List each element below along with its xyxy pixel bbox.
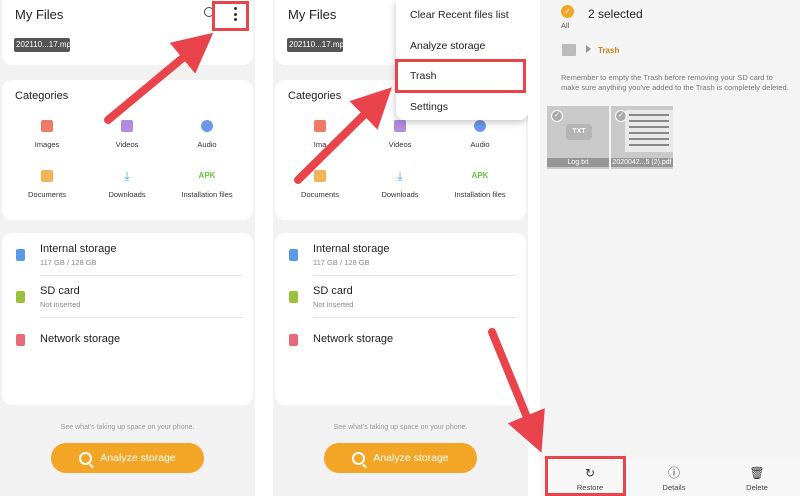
network-icon	[289, 334, 298, 346]
file-name: 2020042...5 (2).pdf	[611, 158, 673, 167]
image-icon	[314, 120, 326, 132]
network-storage-item[interactable]: Network storage	[275, 333, 526, 353]
file-checkbox[interactable]: ✓	[615, 110, 627, 122]
selected-count: 2 selected	[588, 7, 643, 21]
category-installation-files[interactable]: APK Installation files	[440, 170, 520, 199]
category-downloads[interactable]: ⤓ Downloads	[87, 170, 167, 199]
menu-item-clear-recent[interactable]: Clear Recent files list	[410, 9, 509, 21]
storage-hint: See what's taking up space on your phone…	[333, 424, 468, 431]
category-audio[interactable]: Audio	[167, 120, 247, 149]
video-icon	[394, 120, 406, 132]
sd-card-item[interactable]: SD card Not inserted	[275, 285, 526, 327]
recent-file-name: 202110...17.mp4	[289, 40, 343, 49]
analyze-icon	[352, 451, 366, 465]
highlight-trash-menu	[395, 59, 526, 93]
categories-card: Categories Images Videos Audio Documents…	[2, 80, 253, 220]
file-checkbox[interactable]: ✓	[551, 110, 563, 122]
menu-item-analyze-storage[interactable]: Analyze storage	[410, 40, 485, 52]
file-tile[interactable]: ✓ 2020042...5 (2).pdf	[611, 106, 673, 169]
recent-file-name: 202110...17.mp4	[16, 40, 70, 49]
select-all-checkbox[interactable]: ✓	[561, 5, 574, 18]
audio-icon	[201, 120, 213, 132]
breadcrumb-arrow-icon	[586, 45, 591, 53]
menu-item-settings[interactable]: Settings	[410, 101, 448, 113]
recent-file-thumbnail[interactable]: 202110...17.mp4	[287, 38, 343, 52]
breadcrumb-trash[interactable]: Trash	[598, 46, 619, 55]
internal-storage-item[interactable]: Internal storage 117 GB / 128 GB	[2, 243, 253, 285]
category-downloads[interactable]: ⤓ Downloads	[360, 170, 440, 199]
storage-card: Internal storage 117 GB / 128 GB SD card…	[275, 233, 526, 405]
analyze-icon	[79, 451, 93, 465]
categories-title: Categories	[288, 90, 342, 102]
download-icon: ⤓	[397, 169, 403, 183]
info-icon: ⓘ	[667, 466, 680, 480]
highlight-restore	[545, 456, 626, 496]
internal-storage-item[interactable]: Internal storage 117 GB / 128 GB	[275, 243, 526, 285]
category-images[interactable]: Ima	[280, 120, 360, 149]
pdf-preview-thumbnail	[625, 110, 673, 152]
highlight-more-options	[212, 1, 249, 31]
category-documents[interactable]: Documents	[7, 170, 87, 199]
apk-icon: APK	[198, 171, 216, 180]
network-storage-item[interactable]: Network storage	[2, 333, 253, 353]
storage-card: Internal storage 117 GB / 128 GB SD card…	[2, 233, 253, 405]
category-installation-files[interactable]: APK Installation files	[167, 170, 247, 199]
download-icon: ⤓	[124, 169, 130, 183]
home-icon[interactable]	[562, 44, 576, 56]
sd-card-item[interactable]: SD card Not inserted	[2, 285, 253, 327]
select-all-label: All	[561, 21, 570, 30]
storage-hint: See what's taking up space on your phone…	[60, 424, 195, 431]
sd-card-icon	[289, 291, 298, 303]
trash-icon: 🗑	[749, 466, 765, 480]
document-icon	[41, 170, 53, 182]
categories-title: Categories	[15, 90, 69, 102]
phone-icon	[289, 249, 298, 261]
app-title: My Files	[288, 7, 337, 22]
audio-icon	[474, 120, 486, 132]
sd-card-icon	[16, 291, 25, 303]
category-videos[interactable]: Videos	[87, 120, 167, 149]
document-icon	[314, 170, 326, 182]
recent-file-thumbnail[interactable]: 202110...17.mp4	[14, 38, 70, 52]
category-videos[interactable]: Videos	[360, 120, 440, 149]
trash-screen: ✓ All 2 selected Trash Remember to empty…	[540, 0, 800, 496]
category-documents[interactable]: Documents	[280, 170, 360, 199]
txt-file-icon: TXT	[566, 124, 592, 140]
image-icon	[41, 120, 53, 132]
trash-note: Remember to empty the Trash before remov…	[561, 73, 789, 92]
category-images[interactable]: Images	[7, 120, 87, 149]
file-name: Log.txt	[547, 158, 609, 167]
analyze-storage-button[interactable]: Analyze storage	[324, 443, 477, 473]
analyze-storage-button[interactable]: Analyze storage	[51, 443, 204, 473]
my-files-screen-1: 202110...17.mp4 My Files Categories Imag…	[0, 0, 255, 496]
apk-icon: APK	[471, 171, 489, 180]
app-title: My Files	[15, 7, 64, 22]
delete-button[interactable]: 🗑 Delete	[722, 458, 792, 496]
network-icon	[16, 334, 25, 346]
file-tile[interactable]: TXT ✓ Log.txt	[547, 106, 609, 169]
video-icon	[121, 120, 133, 132]
details-button[interactable]: ⓘ Details	[639, 458, 709, 496]
category-audio[interactable]: Audio	[440, 120, 520, 149]
phone-icon	[16, 249, 25, 261]
